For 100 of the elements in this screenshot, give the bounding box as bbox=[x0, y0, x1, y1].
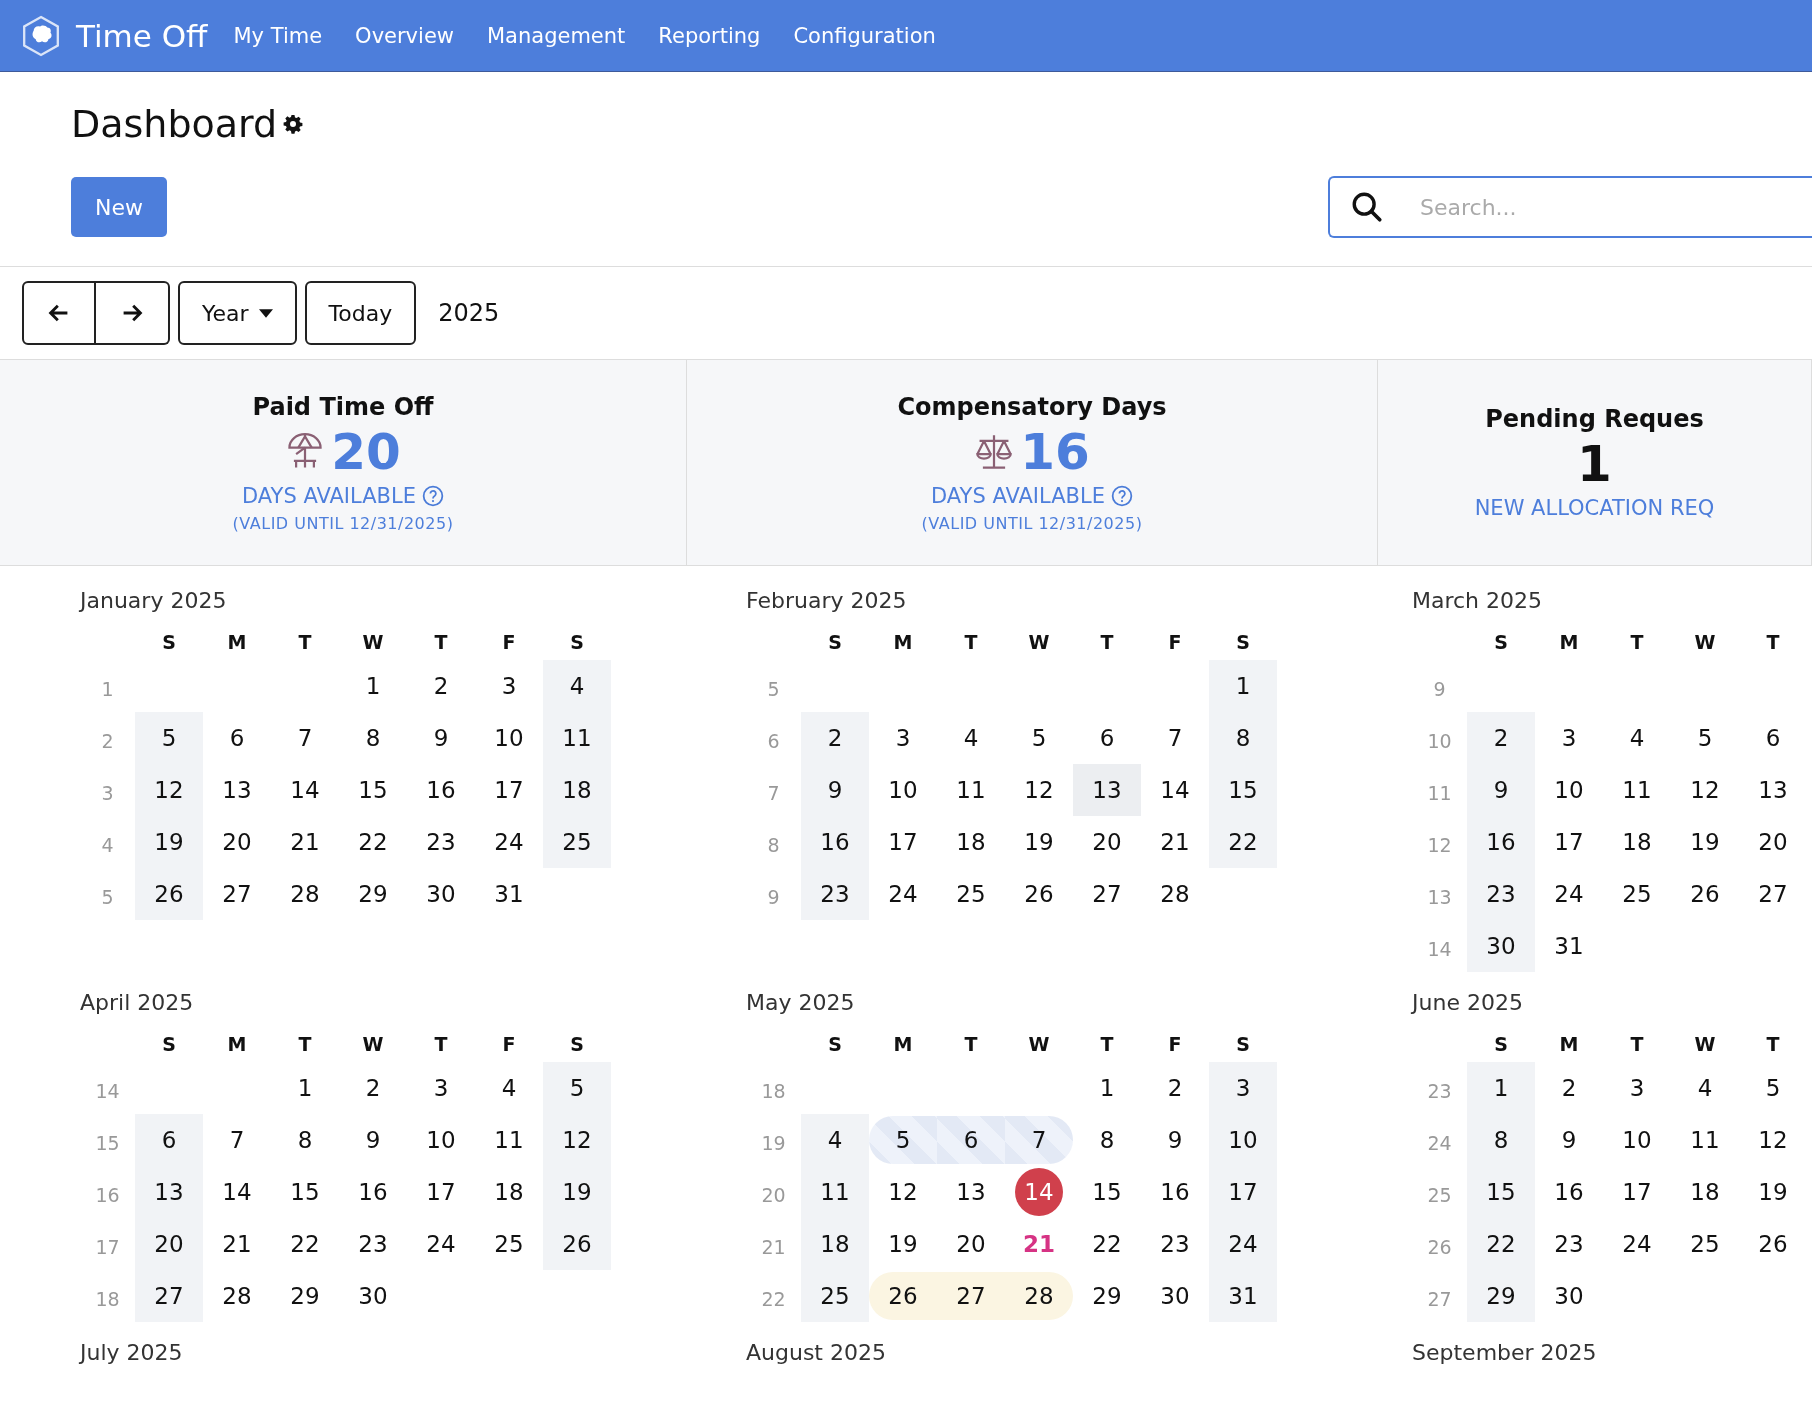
calendar-day[interactable]: 27 bbox=[213, 870, 261, 918]
calendar-day[interactable]: 5 bbox=[1749, 1064, 1797, 1112]
calendar-day[interactable]: 12 bbox=[1015, 766, 1063, 814]
calendar-day[interactable]: 19 bbox=[879, 1220, 927, 1268]
calendar-day[interactable]: 16 bbox=[417, 766, 465, 814]
calendar-day[interactable]: 18 bbox=[1613, 818, 1661, 866]
app-logo-icon[interactable] bbox=[20, 14, 62, 57]
calendar-day[interactable]: 3 bbox=[879, 714, 927, 762]
nav-menu-item[interactable]: Reporting bbox=[658, 23, 761, 48]
calendar-day[interactable]: 18 bbox=[1681, 1168, 1729, 1216]
calendar-day[interactable]: 10 bbox=[417, 1116, 465, 1164]
calendar-day[interactable]: 30 bbox=[349, 1272, 397, 1320]
help-icon[interactable] bbox=[421, 484, 444, 507]
calendar-day[interactable]: 7 bbox=[213, 1116, 261, 1164]
card-link[interactable]: DAYS AVAILABLE bbox=[242, 483, 416, 508]
calendar-day[interactable]: 1 bbox=[1083, 1064, 1131, 1112]
calendar-day[interactable]: 20 bbox=[947, 1220, 995, 1268]
calendar-day[interactable]: 11 bbox=[1613, 766, 1661, 814]
calendar-day[interactable]: 8 bbox=[1083, 1116, 1131, 1164]
calendar-day[interactable]: 31 bbox=[485, 870, 533, 918]
calendar-day[interactable]: 30 bbox=[1545, 1272, 1593, 1320]
calendar-day[interactable]: 17 bbox=[1545, 818, 1593, 866]
calendar-day[interactable]: 27 bbox=[1083, 870, 1131, 918]
calendar-day[interactable]: 22 bbox=[281, 1220, 329, 1268]
calendar-day[interactable]: 24 bbox=[417, 1220, 465, 1268]
calendar-day[interactable]: 25 bbox=[485, 1220, 533, 1268]
calendar-day[interactable]: 12 bbox=[879, 1168, 927, 1216]
calendar-day[interactable]: 31 bbox=[1545, 922, 1593, 970]
calendar-day[interactable]: 27 bbox=[1749, 870, 1797, 918]
calendar-day[interactable]: 17 bbox=[879, 818, 927, 866]
calendar-day[interactable]: 23 bbox=[349, 1220, 397, 1268]
calendar-day[interactable]: 12 bbox=[1749, 1116, 1797, 1164]
calendar-day[interactable]: 28 bbox=[213, 1272, 261, 1320]
calendar-day[interactable]: 7 bbox=[281, 714, 329, 762]
calendar-day[interactable]: 10 bbox=[1613, 1116, 1661, 1164]
calendar-day[interactable]: 13 bbox=[213, 766, 261, 814]
help-icon[interactable] bbox=[1110, 484, 1133, 507]
calendar-day[interactable]: 24 bbox=[485, 818, 533, 866]
calendar-day[interactable]: 9 bbox=[1545, 1116, 1593, 1164]
calendar-day[interactable]: 12 bbox=[1681, 766, 1729, 814]
card-link[interactable]: NEW ALLOCATION REQ bbox=[1474, 496, 1715, 520]
calendar-day[interactable]: 17 bbox=[417, 1168, 465, 1216]
calendar-day[interactable]: 2 bbox=[1545, 1064, 1593, 1112]
calendar-day[interactable]: 29 bbox=[1083, 1272, 1131, 1320]
calendar-day[interactable]: 14 bbox=[1151, 766, 1199, 814]
calendar-day[interactable]: 5 bbox=[1015, 714, 1063, 762]
calendar-day[interactable]: 19 bbox=[1015, 818, 1063, 866]
calendar-day[interactable]: 8 bbox=[349, 714, 397, 762]
calendar-day[interactable]: 9 bbox=[417, 714, 465, 762]
calendar-day[interactable]: 3 bbox=[485, 662, 533, 710]
today-button[interactable]: Today bbox=[304, 281, 417, 345]
calendar-day[interactable]: 30 bbox=[417, 870, 465, 918]
calendar-day[interactable]: 11 bbox=[485, 1116, 533, 1164]
calendar-day[interactable]: 25 bbox=[1613, 870, 1661, 918]
calendar-day[interactable]: 13 bbox=[947, 1168, 995, 1216]
calendar-day[interactable]: 10 bbox=[1545, 766, 1593, 814]
calendar-day[interactable]: 21 bbox=[1151, 818, 1199, 866]
calendar-day[interactable]: 11 bbox=[1681, 1116, 1729, 1164]
calendar-day[interactable]: 6 bbox=[1083, 714, 1131, 762]
calendar-day[interactable]: 6 bbox=[213, 714, 261, 762]
calendar-day[interactable]: 2 bbox=[1151, 1064, 1199, 1112]
calendar-day[interactable]: 4 bbox=[1681, 1064, 1729, 1112]
previous-button[interactable] bbox=[22, 281, 96, 345]
calendar-day[interactable]: 26 bbox=[1749, 1220, 1797, 1268]
calendar-day[interactable]: 21 bbox=[213, 1220, 261, 1268]
card-link[interactable]: DAYS AVAILABLE bbox=[931, 483, 1105, 508]
calendar-day[interactable]: 23 bbox=[1545, 1220, 1593, 1268]
calendar-day[interactable]: 23 bbox=[1151, 1220, 1199, 1268]
calendar-day[interactable]: 10 bbox=[485, 714, 533, 762]
calendar-day[interactable]: 6 bbox=[1749, 714, 1797, 762]
calendar-day[interactable]: 4 bbox=[1613, 714, 1661, 762]
calendar-day[interactable]: 1 bbox=[281, 1064, 329, 1112]
calendar-day[interactable]: 23 bbox=[417, 818, 465, 866]
calendar-day[interactable]: 4 bbox=[485, 1064, 533, 1112]
app-title[interactable]: Time Off bbox=[76, 17, 208, 54]
calendar-day[interactable]: 3 bbox=[1545, 714, 1593, 762]
calendar-day[interactable]: 25 bbox=[1681, 1220, 1729, 1268]
calendar-day[interactable]: 20 bbox=[213, 818, 261, 866]
calendar-day[interactable]: 16 bbox=[349, 1168, 397, 1216]
calendar-day[interactable]: 13 bbox=[1749, 766, 1797, 814]
calendar-day[interactable]: 15 bbox=[1083, 1168, 1131, 1216]
calendar-day[interactable]: 5 bbox=[1681, 714, 1729, 762]
calendar-day[interactable]: 18 bbox=[947, 818, 995, 866]
calendar-day[interactable]: 3 bbox=[1613, 1064, 1661, 1112]
calendar-day[interactable]: 29 bbox=[281, 1272, 329, 1320]
nav-menu-item[interactable]: Management bbox=[487, 23, 626, 48]
nav-menu-item[interactable]: Configuration bbox=[793, 23, 936, 48]
range-dropdown[interactable]: Year bbox=[178, 281, 297, 345]
calendar-day[interactable]: 24 bbox=[1545, 870, 1593, 918]
calendar-day[interactable]: 16 bbox=[1545, 1168, 1593, 1216]
calendar-day[interactable]: 19 bbox=[1749, 1168, 1797, 1216]
calendar-day[interactable]: 17 bbox=[485, 766, 533, 814]
calendar-day[interactable]: 18 bbox=[485, 1168, 533, 1216]
calendar-day[interactable]: 19 bbox=[1681, 818, 1729, 866]
calendar-day[interactable]: 14 bbox=[213, 1168, 261, 1216]
calendar-day[interactable]: 26 bbox=[1015, 870, 1063, 918]
calendar-day[interactable]: 28 bbox=[281, 870, 329, 918]
calendar-day[interactable]: 30 bbox=[1151, 1272, 1199, 1320]
calendar-day[interactable]: 24 bbox=[1613, 1220, 1661, 1268]
calendar-day[interactable]: 15 bbox=[281, 1168, 329, 1216]
